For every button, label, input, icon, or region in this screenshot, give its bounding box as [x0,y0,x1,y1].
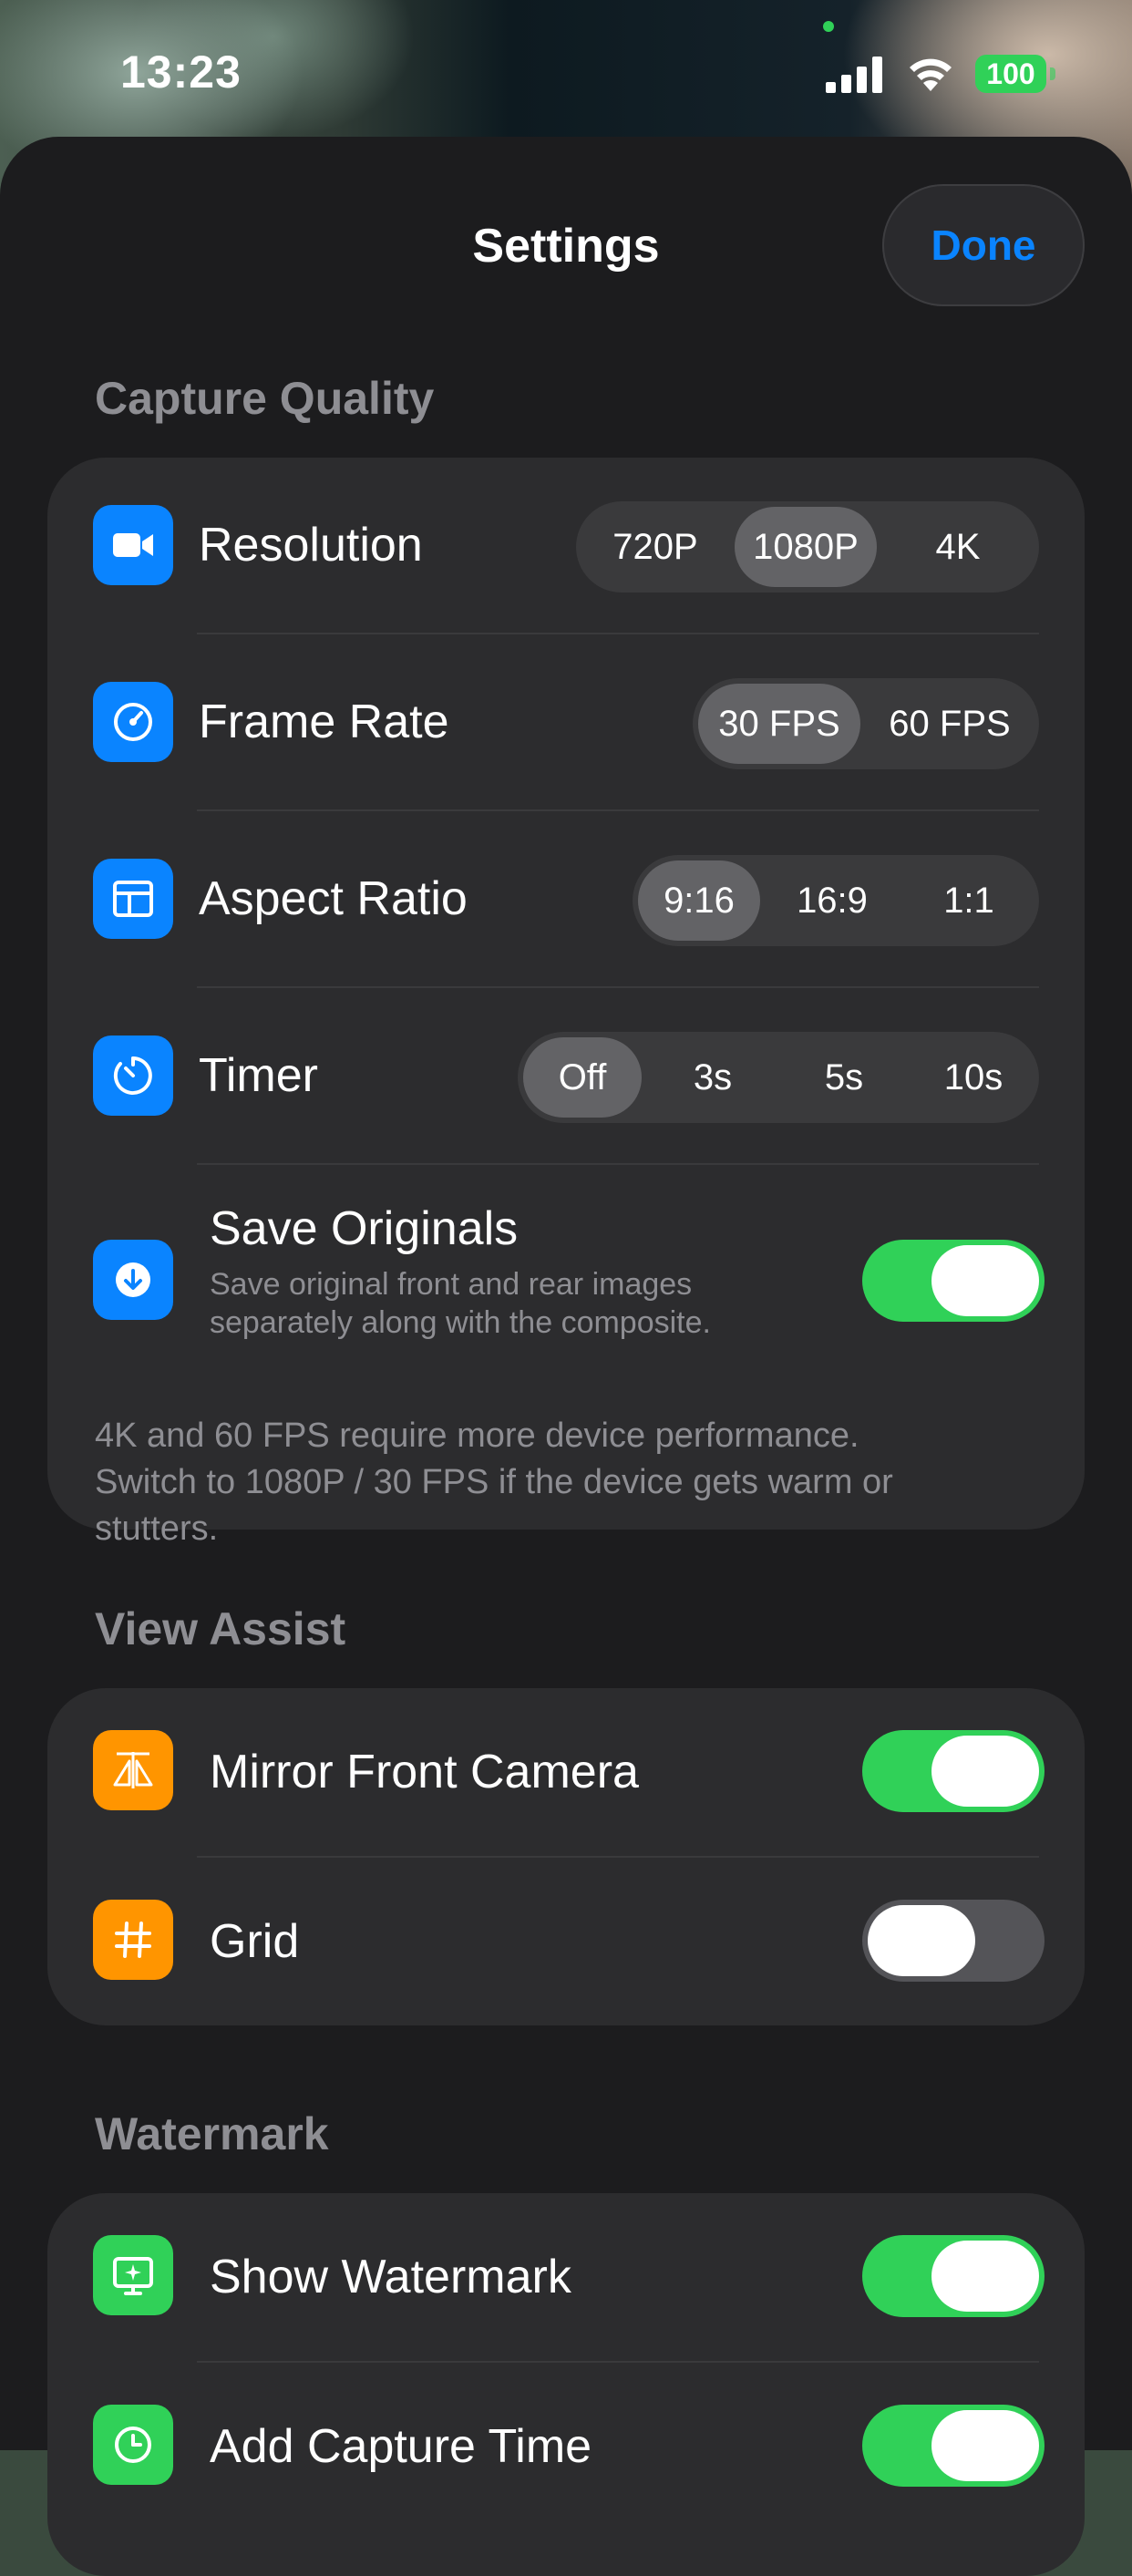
save-originals-subtitle-line1: Save original front and rear images [210,1267,693,1302]
grid-icon [93,1900,173,1980]
add-capture-time-label: Add Capture Time [210,2420,592,2473]
save-originals-label: Save Originals [210,1202,519,1255]
watermark-icon [93,2235,173,2315]
show-watermark-row: Show Watermark [47,2193,1085,2363]
save-originals-subtitle-line2: separately along with the composite. [210,1305,711,1340]
mirror-front-camera-toggle[interactable] [862,1730,1045,1812]
download-icon [93,1240,173,1320]
footnote-line-3: stutters. [95,1510,219,1548]
capture-quality-card: Resolution 720P 1080P 4K Frame Rate 30 F… [47,458,1085,1530]
frame-rate-row: Frame Rate 30 FPS 60 FPS [47,634,1085,811]
aspect-ratio-option-16-9[interactable]: 16:9 [766,860,899,941]
timer-label: Timer [199,1049,318,1102]
wifi-icon [910,58,952,91]
mirror-front-camera-label: Mirror Front Camera [210,1746,639,1798]
cellular-signal-icon [826,57,882,93]
timer-icon [93,1036,173,1116]
timer-segmented-control: Off 3s 5s 10s [518,1032,1039,1123]
timer-option-3s[interactable]: 3s [653,1037,773,1118]
done-button[interactable]: Done [882,184,1085,306]
aspect-ratio-segmented-control: 9:16 16:9 1:1 [633,855,1039,946]
resolution-label: Resolution [199,519,423,572]
grid-row: Grid [47,1858,1085,2025]
camera-indicator-dot [823,21,834,32]
speedometer-icon [93,682,173,762]
footnote-line-2: Switch to 1080P / 30 FPS if the device g… [95,1463,893,1501]
video-camera-icon [93,505,173,585]
timer-option-off[interactable]: Off [523,1037,642,1118]
section-header-view-assist: View Assist [95,1603,346,1654]
section-header-capture-quality: Capture Quality [95,373,435,424]
add-capture-time-toggle[interactable] [862,2405,1045,2487]
status-time: 13:23 [120,46,242,98]
battery-level: 100 [975,55,1046,93]
save-originals-toggle[interactable] [862,1240,1045,1322]
add-capture-time-row: Add Capture Time [47,2363,1085,2530]
aspect-ratio-option-1-1[interactable]: 1:1 [904,860,1034,941]
status-bar: 13:23 100 [0,0,1132,137]
aspect-ratio-option-9-16[interactable]: 9:16 [638,860,760,941]
resolution-row: Resolution 720P 1080P 4K [47,458,1085,634]
mirror-icon [93,1730,173,1810]
battery-icon: 100 [975,55,1055,93]
resolution-option-4k[interactable]: 4K [882,507,1034,587]
frame-rate-segmented-control: 30 FPS 60 FPS [693,678,1039,769]
show-watermark-toggle[interactable] [862,2235,1045,2317]
frame-rate-option-60fps[interactable]: 60 FPS [866,684,1034,764]
section-header-watermark: Watermark [95,2108,329,2159]
aspect-ratio-icon [93,859,173,939]
resolution-segmented-control: 720P 1080P 4K [576,501,1039,592]
performance-footnote: 4K and 60 FPS require more device perfor… [95,1413,1061,1552]
settings-sheet: Settings Done Capture Quality Resolution… [0,137,1132,2576]
frame-rate-label: Frame Rate [199,696,449,748]
timer-option-5s[interactable]: 5s [784,1037,904,1118]
resolution-option-1080p[interactable]: 1080P [735,507,877,587]
grid-label: Grid [210,1915,300,1968]
frame-rate-option-30fps[interactable]: 30 FPS [698,684,860,764]
resolution-option-720p[interactable]: 720P [581,507,729,587]
show-watermark-label: Show Watermark [210,2251,571,2303]
timer-option-10s[interactable]: 10s [913,1037,1034,1118]
view-assist-card: Mirror Front Camera Grid [47,1688,1085,2025]
mirror-front-camera-row: Mirror Front Camera [47,1688,1085,1858]
clock-icon [93,2405,173,2485]
aspect-ratio-row: Aspect Ratio 9:16 16:9 1:1 [47,811,1085,988]
footnote-line-1: 4K and 60 FPS require more device perfor… [95,1417,859,1455]
grid-toggle[interactable] [862,1900,1045,1982]
timer-row: Timer Off 3s 5s 10s [47,988,1085,1165]
aspect-ratio-label: Aspect Ratio [199,872,468,925]
watermark-card: Show Watermark Add Capture Time [47,2193,1085,2576]
